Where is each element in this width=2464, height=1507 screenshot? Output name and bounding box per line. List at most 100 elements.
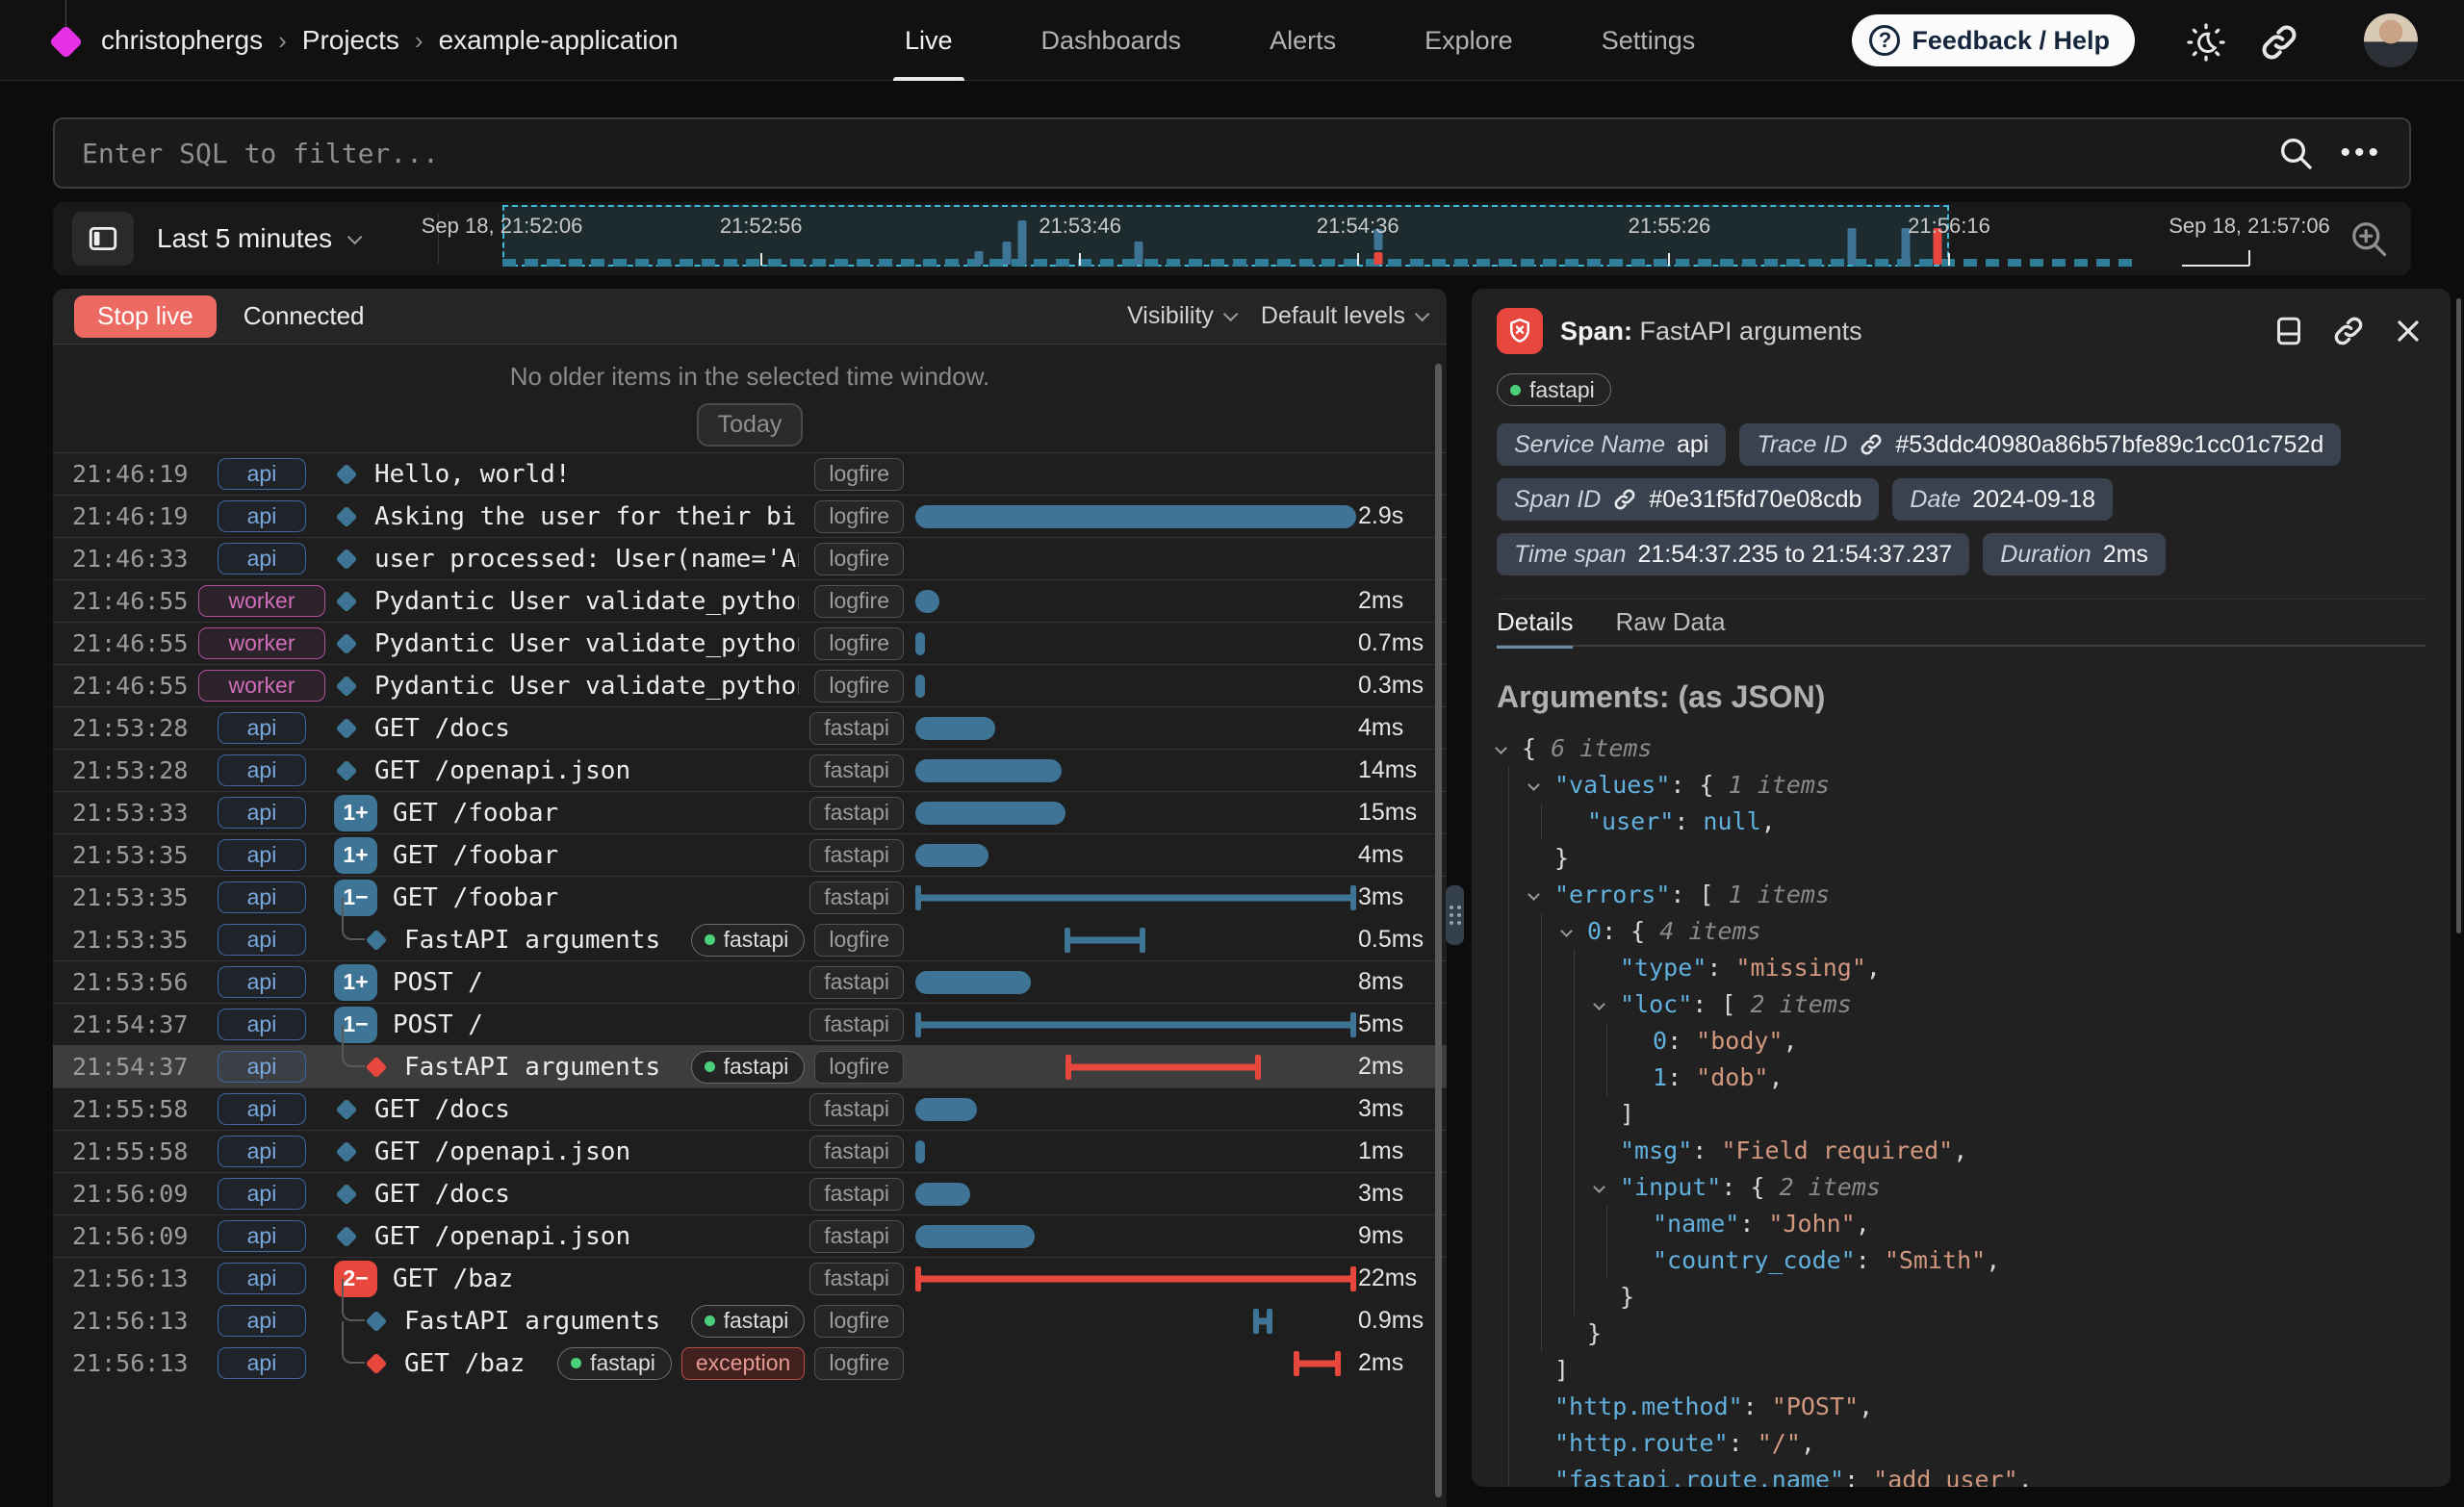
table-row[interactable]: 21:56:09apiGET /docsfastapi3ms [53,1172,1447,1214]
row-duration-bar [915,919,1358,960]
tag-exception[interactable]: exception [681,1347,805,1380]
window-scrollbar[interactable] [2456,298,2461,933]
feedback-help-button[interactable]: ? Feedback / Help [1852,14,2135,66]
tag-logfire[interactable]: logfire [814,458,904,491]
breadcrumb-account[interactable]: christophergs [101,25,263,56]
tag-fastapi[interactable]: fastapi [809,754,904,787]
tag-fastapi[interactable]: fastapi [809,797,904,830]
nav-tab-live[interactable]: Live [905,0,953,81]
table-row[interactable]: 21:56:09apiGET /openapi.jsonfastapi9ms [53,1214,1447,1257]
tag-fastapi[interactable]: fastapi [809,839,904,872]
table-row[interactable]: 21:46:19apiAsking the user for their bir… [53,495,1447,537]
tag-fastapi[interactable]: fastapi [809,1263,904,1295]
tag-fastapi[interactable]: fastapi [809,1136,904,1168]
row-message: Asking the user for their birt [374,502,799,531]
tag-fastapi[interactable]: fastapi [809,712,904,745]
link-icon[interactable] [2331,314,2366,348]
table-row[interactable]: 21:53:56api1+POST /fastapi8ms [53,960,1447,1003]
today-button[interactable]: Today [697,403,804,447]
tag-logfire[interactable]: logfire [814,1347,904,1380]
table-row[interactable]: 21:46:19apiHello, world!logfire [53,452,1447,495]
active-tab-underline [893,77,964,81]
tag-fastapi[interactable]: fastapi [809,881,904,914]
tag-fastapi[interactable]: fastapi [557,1347,672,1380]
collapse-badge[interactable]: 1+ [334,795,377,831]
split-panel-icon[interactable] [2272,314,2306,348]
sql-filter-input[interactable] [55,138,2276,169]
chip-trace-id[interactable]: Trace ID#53ddc40980a86b57bfe89c1cc01c752… [1739,423,2341,466]
tag-fastapi[interactable]: fastapi [809,1220,904,1253]
table-row[interactable]: 21:53:35api1+GET /foobarfastapi4ms [53,833,1447,876]
row-timestamp: 21:56:09 [53,1180,190,1208]
left-panel-scrollbar[interactable] [1435,364,1442,1497]
tag-fastapi[interactable]: fastapi [809,1093,904,1126]
panel-splitter-handle[interactable] [1446,885,1464,945]
logfire-logo-icon[interactable] [49,25,83,59]
stop-live-button[interactable]: Stop live [74,295,217,338]
nav-tab-explore[interactable]: Explore [1424,0,1513,81]
tag-logfire[interactable]: logfire [814,1051,904,1084]
tag-logfire[interactable]: logfire [814,543,904,575]
theme-toggle-icon[interactable] [2185,21,2227,64]
table-row[interactable]: 21:54:37api1−POST /fastapi5ms [53,1003,1447,1045]
chip-span-id[interactable]: Span ID#0e31f5fd70e08cdb [1497,478,1879,521]
fastapi-tag[interactable]: fastapi [1497,373,1611,406]
table-row[interactable]: 21:56:13apiFastAPI argumentsfastapilogfi… [53,1299,1447,1341]
nav-tab-alerts[interactable]: Alerts [1270,0,1336,81]
table-row[interactable]: 21:53:35apiFastAPI argumentsfastapilogfi… [53,918,1447,960]
table-row[interactable]: 21:46:55workerPydantic User validate_pyt… [53,622,1447,664]
detail-tab-raw-data[interactable]: Raw Data [1615,599,1725,647]
row-message: user processed: User(name='Ann [374,545,799,574]
breadcrumb-project[interactable]: example-application [439,25,679,56]
tag-fastapi[interactable]: fastapi [809,1178,904,1211]
more-dots-icon[interactable]: ••• [2340,137,2382,169]
tag-logfire[interactable]: logfire [814,627,904,660]
table-row[interactable]: 21:56:13api2−GET /bazfastapi22ms [53,1257,1447,1299]
table-row[interactable]: 21:55:58apiGET /openapi.jsonfastapi1ms [53,1130,1447,1172]
tag-logfire[interactable]: logfire [814,500,904,533]
breadcrumb-projects[interactable]: Projects [302,25,399,56]
table-row[interactable]: 21:56:13apiGET /baz (fofastapiexceptionl… [53,1341,1447,1384]
zoom-in-icon[interactable] [2348,217,2390,260]
table-row[interactable]: 21:55:58apiGET /docsfastapi3ms [53,1087,1447,1130]
row-tags: logfire [814,500,904,533]
tag-logfire[interactable]: logfire [814,585,904,618]
link-icon[interactable] [2258,21,2300,64]
collapse-badge[interactable]: 1+ [334,964,377,1001]
service-pill-worker: worker [198,585,324,617]
avatar[interactable] [2364,13,2418,67]
default-levels-dropdown[interactable]: Default levels [1261,302,1425,330]
tag-fastapi[interactable]: fastapi [809,966,904,999]
tag-logfire[interactable]: logfire [814,1305,904,1338]
drag-grip-icon [1450,906,1461,925]
visibility-dropdown[interactable]: Visibility [1127,302,1234,330]
tag-logfire[interactable]: logfire [814,670,904,702]
table-row[interactable]: 21:53:28apiGET /docsfastapi4ms [53,706,1447,749]
tag-fastapi[interactable]: fastapi [809,1009,904,1041]
detail-tab-details[interactable]: Details [1497,599,1573,647]
span-diamond-icon [336,548,358,570]
table-row[interactable]: 21:53:33api1+GET /foobarfastapi15ms [53,791,1447,833]
tag-logfire[interactable]: logfire [814,924,904,957]
search-icon[interactable] [2276,134,2315,172]
nav-tab-dashboards[interactable]: Dashboards [1041,0,1182,81]
table-row[interactable]: 21:53:35api1−GET /foobarfastapi3ms [53,876,1447,918]
tag-fastapi[interactable]: fastapi [691,1051,806,1084]
tag-fastapi[interactable]: fastapi [691,1305,806,1338]
collapse-badge[interactable]: 1+ [334,837,377,874]
tag-fastapi[interactable]: fastapi [691,924,806,957]
table-row[interactable]: 21:46:55workerPydantic User validate_pyt… [53,579,1447,622]
table-row[interactable]: 21:53:28apiGET /openapi.jsonfastapi14ms [53,749,1447,791]
table-row[interactable]: 21:46:33apiuser processed: User(name='An… [53,537,1447,579]
row-duration-bar [915,834,1358,876]
json-line: "values": { 1 items [1497,767,2426,804]
chip-row: Service NameapiTrace ID#53ddc40980a86b57… [1497,423,2426,466]
time-range-dropdown[interactable]: Last 5 minutes [157,202,358,275]
close-icon[interactable] [2391,314,2426,348]
sidebar-toggle-button[interactable] [72,212,134,266]
table-row[interactable]: 21:46:55workerPydantic User validate_pyt… [53,664,1447,706]
table-row[interactable]: 21:54:37apiFastAPI argumentsfastapilogfi… [53,1045,1447,1087]
detail-tabs: Details Raw Data [1497,599,2426,647]
timeline[interactable]: Sep 18, 21:52:0621:52:5621:53:4621:54:36… [448,202,2324,275]
nav-tab-settings[interactable]: Settings [1602,0,1696,81]
